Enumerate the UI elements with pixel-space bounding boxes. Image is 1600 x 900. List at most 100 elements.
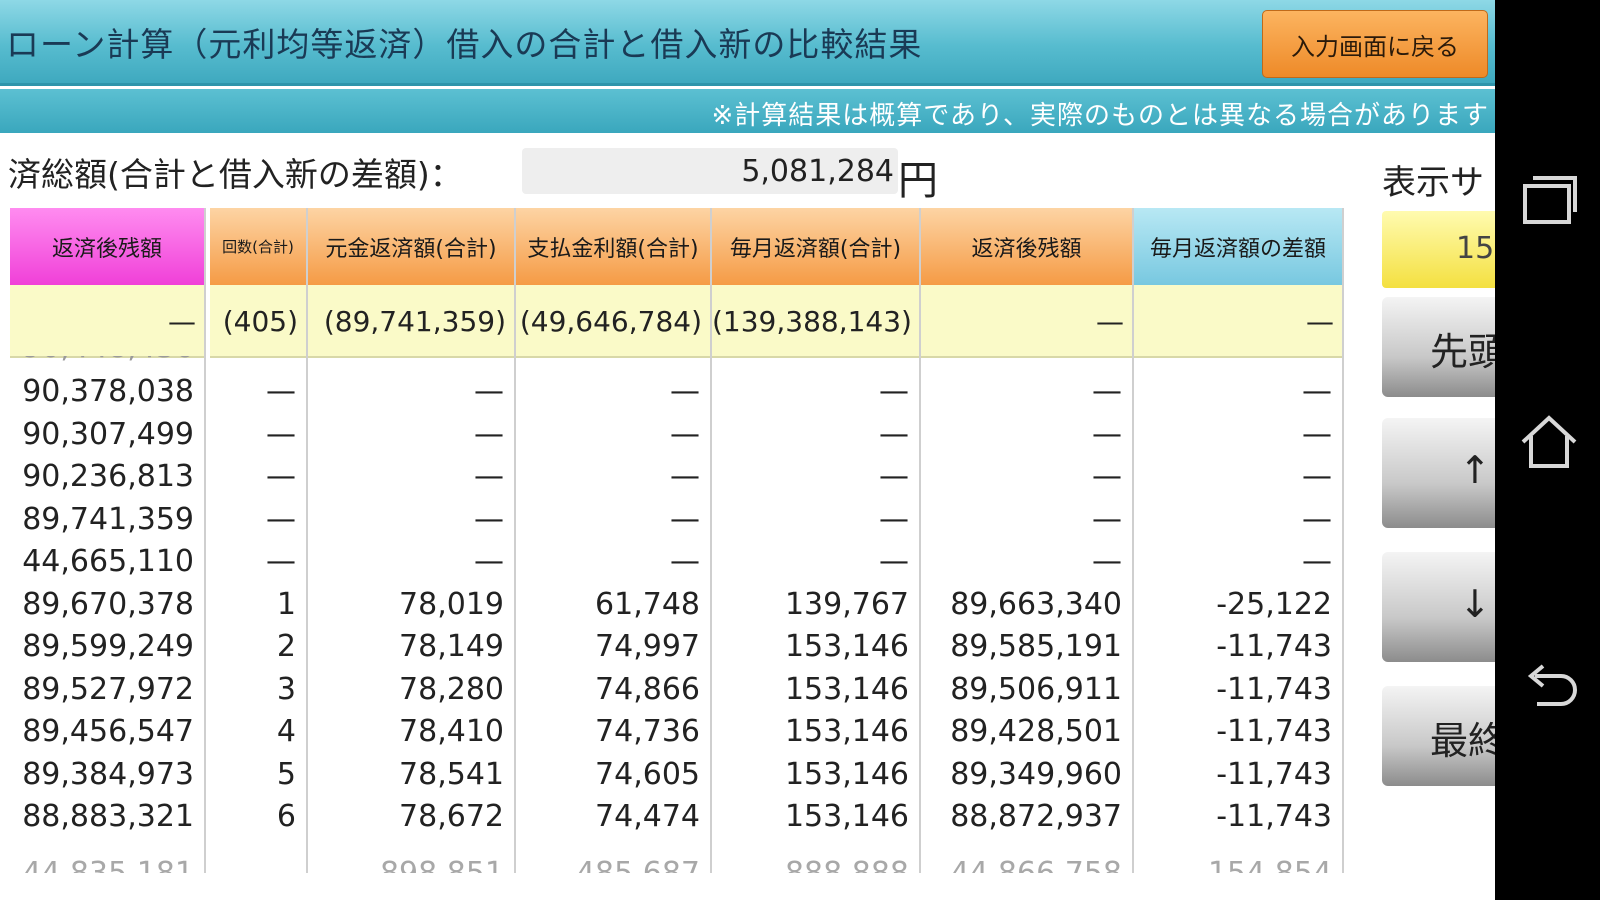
table-cell[interactable]: 78,149 (308, 625, 514, 668)
column-header[interactable]: 回数(合計) (210, 208, 306, 285)
table-cell[interactable]: 78,541 (308, 753, 514, 796)
partial-cell: 44,835,181 (10, 858, 204, 873)
column-header[interactable]: 返済後残額 (10, 208, 204, 285)
table-cell[interactable]: — (712, 413, 919, 456)
table-cell[interactable]: 89,384,973 (10, 753, 204, 796)
table-cell[interactable]: 74,474 (516, 795, 710, 838)
table-cell[interactable]: 88,883,321 (10, 795, 204, 838)
table-cell[interactable]: 89,599,249 (10, 625, 204, 668)
table-cell[interactable]: — (921, 455, 1132, 498)
table-cell[interactable]: 88,872,937 (921, 795, 1132, 838)
table-cell[interactable]: 74,997 (516, 625, 710, 668)
table-cell[interactable]: — (1134, 455, 1342, 498)
table-cell[interactable]: 89,506,911 (921, 668, 1132, 711)
table-cell[interactable]: — (921, 498, 1132, 541)
table-cell[interactable]: 153,146 (712, 668, 919, 711)
table-cell[interactable]: — (1134, 498, 1342, 541)
table-cell[interactable]: — (516, 455, 710, 498)
table-cell[interactable]: — (308, 498, 514, 541)
column-header[interactable]: 元金返済額(合計) (308, 208, 514, 285)
table-cell[interactable]: — (516, 413, 710, 456)
table-cell[interactable]: 89,663,340 (921, 583, 1132, 626)
table-cell[interactable]: — (516, 370, 710, 413)
table-cell[interactable]: 74,605 (516, 753, 710, 796)
table-cell[interactable]: -25,122 (1134, 583, 1342, 626)
table-cell[interactable]: — (712, 498, 919, 541)
table-cell[interactable]: 78,410 (308, 710, 514, 753)
table-cell[interactable]: — (308, 370, 514, 413)
scroll-down-button[interactable]: ↓ (1382, 552, 1495, 662)
table-cell[interactable]: — (1134, 413, 1342, 456)
table-cell[interactable]: 90,378,038 (10, 370, 204, 413)
table-cell[interactable]: 5 (210, 753, 306, 796)
table-cell[interactable]: -11,743 (1134, 710, 1342, 753)
column-header[interactable]: 毎月返済額(合計) (712, 208, 919, 285)
table-cell[interactable]: 153,146 (712, 710, 919, 753)
table-cell[interactable]: 153,146 (712, 795, 919, 838)
table-cell[interactable]: — (516, 498, 710, 541)
table-cell[interactable]: 3 (210, 668, 306, 711)
table-cell[interactable]: -11,743 (1134, 795, 1342, 838)
table-cell[interactable]: 89,670,378 (10, 583, 204, 626)
table-cell[interactable]: 44,665,110 (10, 540, 204, 583)
table-cell[interactable]: 74,866 (516, 668, 710, 711)
table-cell[interactable]: -11,743 (1134, 753, 1342, 796)
table-cell[interactable]: — (210, 370, 306, 413)
table-cell[interactable]: 89,585,191 (921, 625, 1132, 668)
table-cell[interactable]: — (210, 413, 306, 456)
partial-row-bottom: 898,851 (308, 858, 514, 873)
first-page-button[interactable]: 先頭 (1382, 297, 1495, 397)
table-cell[interactable]: 78,672 (308, 795, 514, 838)
last-page-button[interactable]: 最終 (1382, 686, 1495, 786)
table-cell[interactable]: 74,736 (516, 710, 710, 753)
column-header[interactable]: 返済後残額 (921, 208, 1132, 285)
table-cell[interactable]: — (210, 455, 306, 498)
table-cell[interactable]: — (516, 540, 710, 583)
partial-row-top: 90,448,436 (10, 356, 204, 370)
table-cell[interactable]: — (308, 540, 514, 583)
table-cell[interactable]: — (1134, 370, 1342, 413)
recent-apps-icon[interactable] (1517, 170, 1581, 234)
table-cell[interactable]: 89,428,501 (921, 710, 1132, 753)
table-cell[interactable]: 153,146 (712, 625, 919, 668)
table-cell[interactable]: 139,767 (712, 583, 919, 626)
table-cell[interactable]: 1 (210, 583, 306, 626)
table-cell[interactable]: -11,743 (1134, 625, 1342, 668)
back-icon[interactable] (1517, 656, 1581, 720)
comparison-table[interactable]: 返済後残額 — 90,448,43690,378,03890,307,49990,2… (10, 208, 1370, 873)
table-cell[interactable]: 89,741,359 (10, 498, 204, 541)
row-list: 90,378,038 90,307,499 90,236,813 89,741,359… (10, 370, 204, 838)
table-cell[interactable]: 6 (210, 795, 306, 838)
table-cell[interactable]: 89,349,960 (921, 753, 1132, 796)
back-to-input-button[interactable]: 入力画面に戻る (1262, 10, 1488, 78)
table-cell[interactable]: — (712, 540, 919, 583)
table-cell[interactable]: 89,456,547 (10, 710, 204, 753)
table-cell[interactable]: -11,743 (1134, 668, 1342, 711)
table-cell[interactable]: 153,146 (712, 753, 919, 796)
table-cell[interactable]: — (921, 540, 1132, 583)
table-cell[interactable]: — (308, 413, 514, 456)
table-cell[interactable]: 78,280 (308, 668, 514, 711)
table-cell[interactable]: 61,748 (516, 583, 710, 626)
table-cell[interactable]: 2 (210, 625, 306, 668)
display-count-select[interactable]: 15 (1382, 211, 1495, 288)
table-cell[interactable]: — (210, 498, 306, 541)
table-cell[interactable]: 90,307,499 (10, 413, 204, 456)
table-cell[interactable]: — (712, 370, 919, 413)
column-header[interactable]: 毎月返済額の差額 (1134, 208, 1342, 285)
table-cell[interactable]: — (210, 540, 306, 583)
table-cell[interactable]: — (921, 413, 1132, 456)
table-cell[interactable]: 89,527,972 (10, 668, 204, 711)
table-cell[interactable]: — (921, 370, 1132, 413)
table-cell[interactable]: 90,236,813 (10, 455, 204, 498)
home-icon[interactable] (1517, 410, 1581, 474)
table-cell[interactable]: — (308, 455, 514, 498)
table-cell[interactable]: — (1134, 540, 1342, 583)
up-arrow-icon: ↑ (1459, 448, 1491, 492)
scroll-up-button[interactable]: ↑ (1382, 418, 1495, 528)
column-header[interactable]: 支払金利額(合計) (516, 208, 710, 285)
first-page-label: 先頭 (1430, 330, 1495, 374)
table-cell[interactable]: — (712, 455, 919, 498)
table-cell[interactable]: 4 (210, 710, 306, 753)
table-cell[interactable]: 78,019 (308, 583, 514, 626)
